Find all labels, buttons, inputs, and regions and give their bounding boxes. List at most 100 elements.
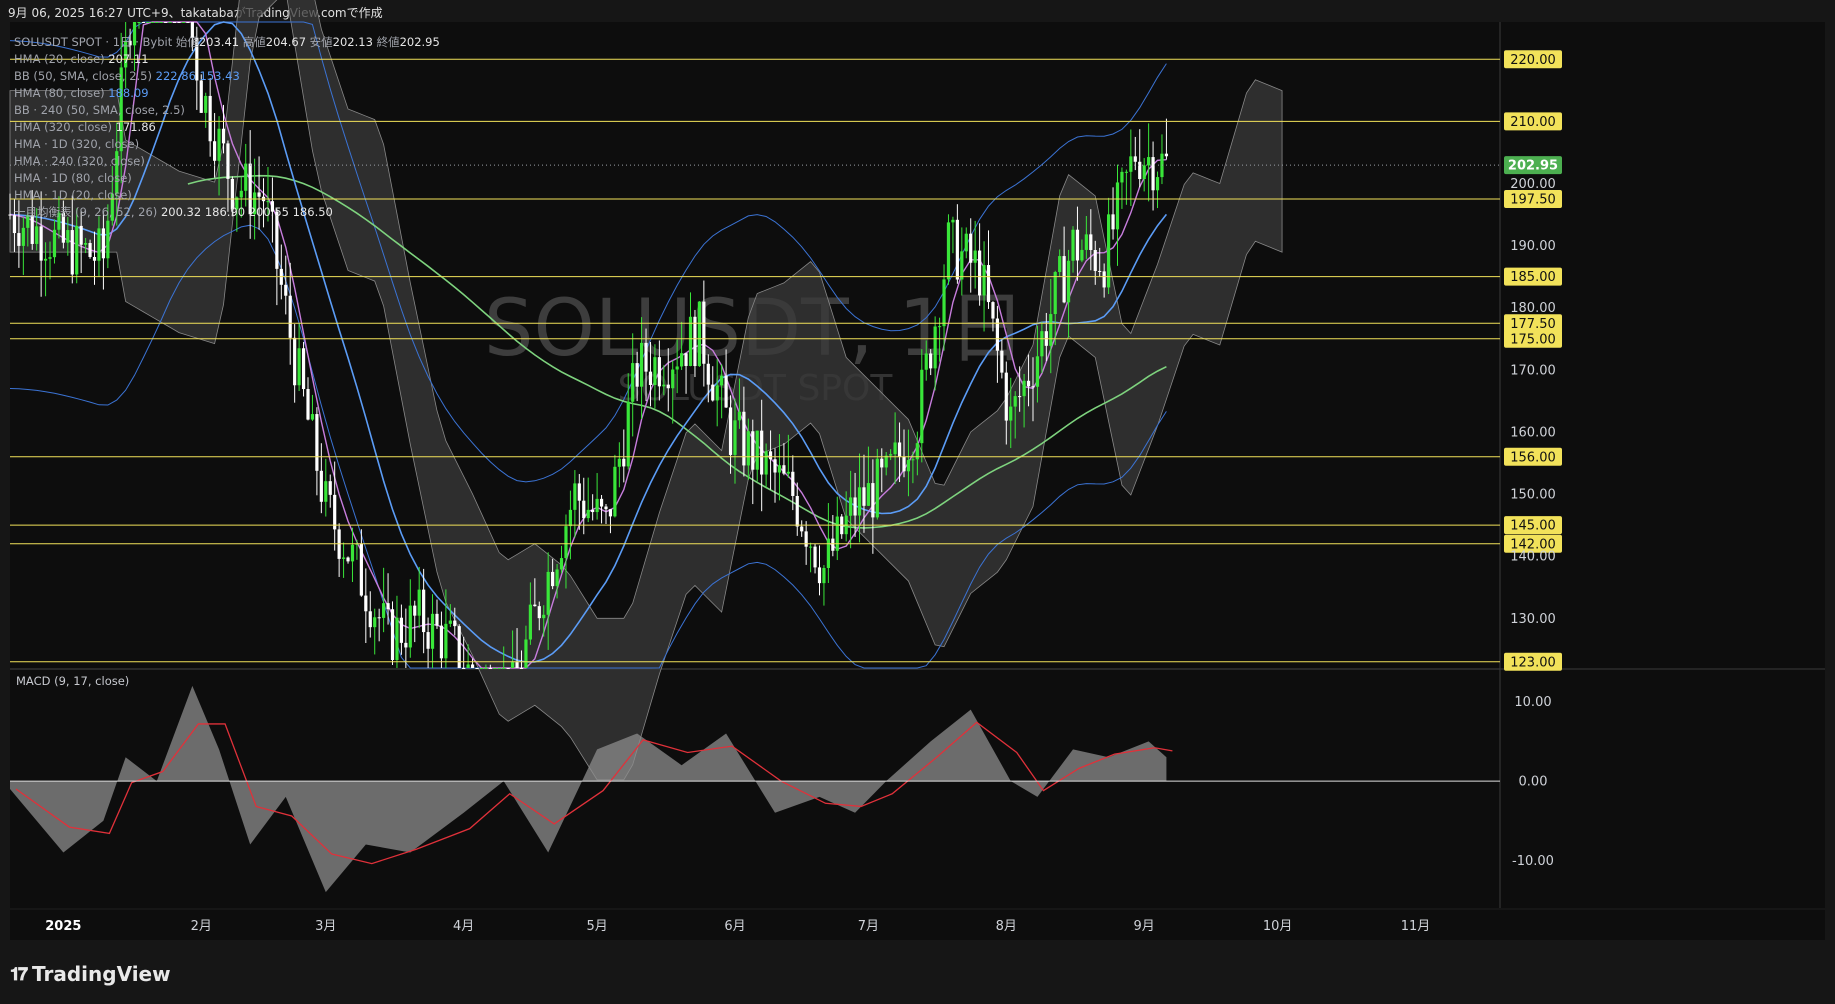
candle-body xyxy=(773,459,777,473)
candle-body xyxy=(524,639,528,668)
candle-body xyxy=(137,22,141,23)
candle-body xyxy=(880,458,884,468)
price-level-label: 177.50 xyxy=(1510,317,1556,332)
indicator-value: 222.86 153.43 xyxy=(155,69,240,83)
indicator-value: 200.32 186.90 200.55 186.50 xyxy=(160,205,333,219)
legend-close: 202.95 xyxy=(399,35,440,49)
legend-indicator-row[interactable]: BB (50, SMA, close, 2.5) 222.86 153.43 xyxy=(14,68,440,85)
candle-body xyxy=(1151,157,1155,191)
candle-body xyxy=(862,487,866,506)
price-level-label: 197.50 xyxy=(1510,193,1556,208)
candle-body xyxy=(617,458,621,467)
candle-body xyxy=(702,301,706,364)
candle-body xyxy=(599,498,604,507)
legend-indicator-row[interactable]: HMA · 1D (320, close) xyxy=(14,136,440,153)
candle-body xyxy=(1080,249,1084,261)
candle-body xyxy=(390,609,395,660)
x-tick-label: 9月 xyxy=(1134,919,1155,934)
legend-close-label: 終値 xyxy=(376,35,400,49)
legend-indicator-row[interactable]: HMA · 240 (320, close) xyxy=(14,153,440,170)
candle-body xyxy=(1058,256,1062,273)
candle-body xyxy=(373,617,377,628)
candle-body xyxy=(577,483,581,501)
candle-body xyxy=(368,611,372,628)
legend-indicator-row[interactable]: HMA · 1D (20, close) xyxy=(14,187,440,204)
indicator-name: 一目均衡表 (9, 26, 52, 26) xyxy=(14,205,161,219)
candle-body xyxy=(902,456,906,472)
candle-body xyxy=(1129,156,1133,172)
candle-body xyxy=(906,460,911,472)
price-level-label: 220.00 xyxy=(1510,53,1556,68)
candle-body xyxy=(849,497,853,516)
candle-body xyxy=(48,257,52,259)
candle-body xyxy=(79,225,83,245)
candle-body xyxy=(395,617,399,660)
candle-body xyxy=(484,668,488,669)
candle-body xyxy=(408,605,412,648)
candle-body xyxy=(978,250,982,296)
candle-body xyxy=(1138,161,1142,180)
candle-body xyxy=(853,497,857,516)
x-tick-label: 5月 xyxy=(586,919,607,934)
indicator-name: HMA · 1D (320, close) xyxy=(14,137,140,151)
candle-body xyxy=(1018,396,1022,398)
legend-indicator-row[interactable]: HMA · 1D (80, close) xyxy=(14,170,440,187)
legend-indicator-row[interactable]: HMA (80, close) 188.09 xyxy=(14,85,440,102)
candle-body xyxy=(671,369,675,389)
candle-body xyxy=(284,284,288,296)
candle-body xyxy=(497,668,501,669)
candle-body xyxy=(177,22,181,23)
indicator-name: HMA (320, close) xyxy=(14,120,116,134)
candle-body xyxy=(1093,250,1097,271)
tradingview-brand[interactable]: 𝟏𝟕 TradingView xyxy=(10,962,171,986)
candle-body xyxy=(52,229,57,258)
candle-body xyxy=(920,369,924,444)
candle-body xyxy=(146,22,150,23)
candle-body xyxy=(684,353,688,366)
candle-body xyxy=(635,363,639,387)
candle-body xyxy=(377,617,381,619)
x-tick-label: 10月 xyxy=(1263,919,1293,934)
indicator-name: HMA · 1D (20, close) xyxy=(14,188,132,202)
x-tick-label: 2月 xyxy=(191,919,212,934)
candle-body xyxy=(782,465,786,474)
candle-body xyxy=(911,459,915,461)
legend-open: 203.41 xyxy=(198,35,240,49)
candle-body xyxy=(346,557,350,562)
candle-body xyxy=(399,617,404,643)
candle-body xyxy=(804,531,808,547)
y-tick-label: 190.00 xyxy=(1510,239,1556,254)
candle-body xyxy=(186,22,190,23)
candle-body xyxy=(39,226,43,261)
candle-body xyxy=(586,509,590,519)
candle-body xyxy=(964,233,968,252)
candle-body xyxy=(444,623,448,659)
legend-indicator-row[interactable]: 一目均衡表 (9, 26, 52, 26) 200.32 186.90 200.… xyxy=(14,204,440,221)
x-tick-label: 4月 xyxy=(453,919,474,934)
candle-body xyxy=(1102,271,1106,288)
candle-body xyxy=(871,483,875,518)
tradingview-logo-icon: 𝟏𝟕 xyxy=(10,963,28,985)
candle-body xyxy=(893,442,897,455)
candle-body xyxy=(1040,331,1044,357)
candle-body xyxy=(1120,171,1124,183)
candle-body xyxy=(582,500,586,519)
candle-body xyxy=(75,225,79,275)
candle-body xyxy=(755,430,759,470)
macd-tick-label: 10.00 xyxy=(1514,695,1551,710)
y-tick-label: 140.00 xyxy=(1510,550,1556,565)
candle-body xyxy=(608,509,613,517)
candle-body xyxy=(715,385,719,401)
candle-body xyxy=(991,302,995,319)
price-level-label: 175.00 xyxy=(1510,332,1556,347)
candle-body xyxy=(559,558,564,570)
candle-body xyxy=(1022,380,1026,397)
candle-body xyxy=(568,509,573,527)
legend-indicator-row[interactable]: BB · 240 (50, SMA, close, 2.5) xyxy=(14,102,440,119)
candle-body xyxy=(92,256,97,261)
candle-body xyxy=(555,569,559,587)
legend-indicator-row[interactable]: HMA (320, close) 171.86 xyxy=(14,119,440,136)
candle-body xyxy=(17,233,21,246)
candle-body xyxy=(43,258,48,261)
legend-indicator-row[interactable]: HMA (20, close) 207.11 xyxy=(14,51,440,68)
